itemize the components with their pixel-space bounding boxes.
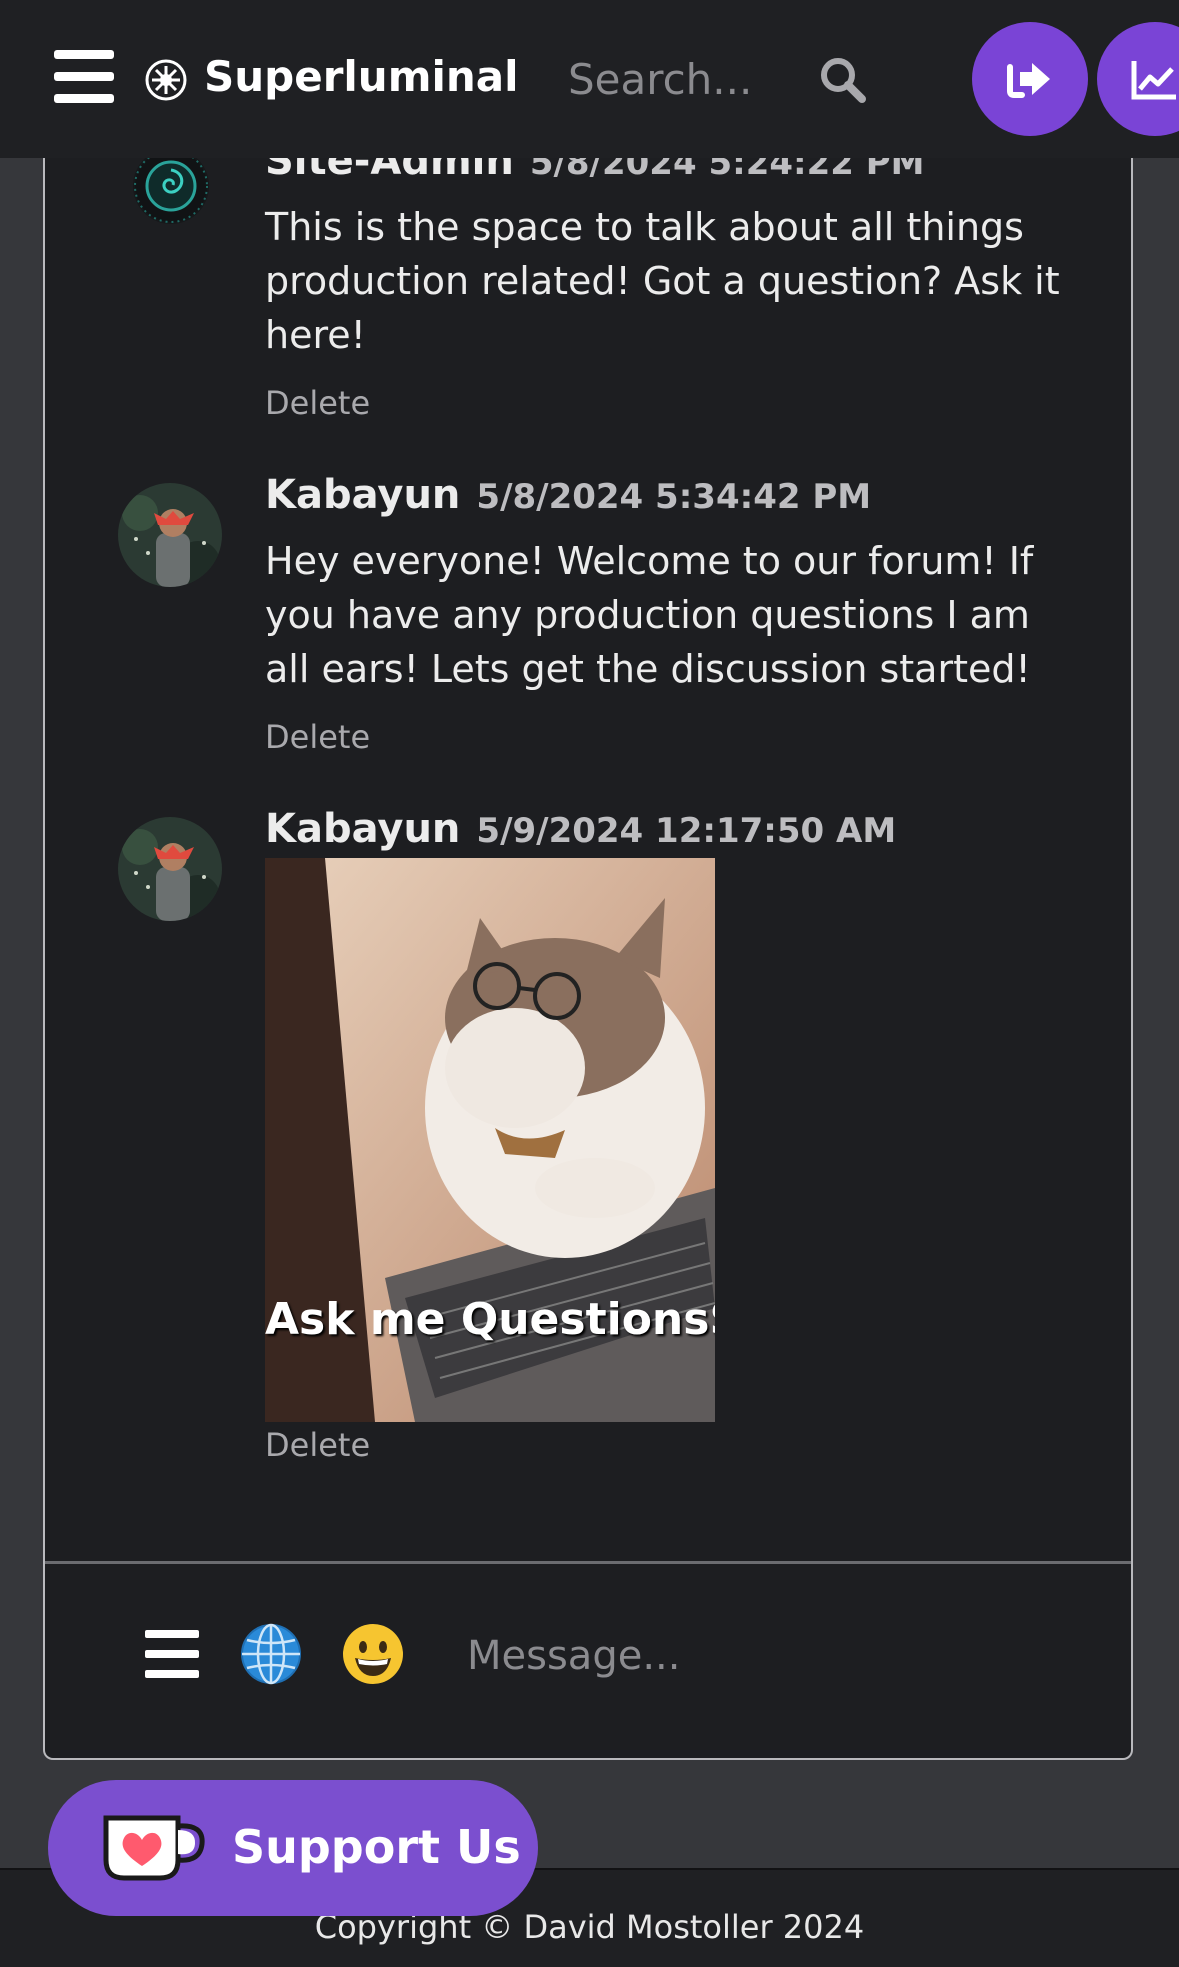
composer-divider: [45, 1561, 1131, 1564]
grinning-face-icon[interactable]: [341, 1622, 405, 1686]
chat-panel: Site-Admin 5/8/2024 5:24:22 PM This is th…: [43, 0, 1133, 1760]
globe-icon[interactable]: [239, 1622, 303, 1686]
message-text: Hey everyone! Welcome to our forum! If y…: [265, 539, 1034, 691]
delete-button[interactable]: Delete: [265, 1426, 370, 1464]
avatar-kabayun[interactable]: [118, 483, 222, 587]
message-timestamp: 5/9/2024 12:17:50 AM: [476, 811, 897, 851]
top-navbar: Superluminal: [0, 0, 1179, 158]
brand-title[interactable]: Superluminal: [204, 52, 519, 101]
author-name: Kabayun: [265, 806, 461, 852]
delete-button[interactable]: Delete: [265, 384, 370, 422]
search-input[interactable]: [560, 48, 828, 110]
magnifier-icon[interactable]: [819, 56, 867, 104]
stats-button[interactable]: [1097, 22, 1179, 136]
starburst-logo-icon: [144, 58, 188, 102]
ko-fi-cup-heart-icon: [100, 1812, 208, 1884]
message-text: This is the space to talk about all thin…: [265, 205, 1060, 357]
delete-button[interactable]: Delete: [265, 718, 370, 756]
avatar-kabayun[interactable]: [118, 817, 222, 921]
message-input[interactable]: [465, 1620, 1089, 1692]
composer-menu-icon[interactable]: [145, 1630, 199, 1678]
gif-caption: Ask me QuestionsS!!: [265, 1294, 715, 1345]
sign-out-icon: [1007, 63, 1050, 98]
hamburger-menu-icon[interactable]: [54, 50, 114, 104]
cat-gif-image[interactable]: Ask me QuestionsS!!: [265, 858, 715, 1422]
sign-out-button[interactable]: [972, 22, 1088, 136]
line-chart-icon: [1131, 61, 1176, 100]
support-us-label: Support Us: [232, 1820, 521, 1874]
search-box: [560, 48, 860, 110]
avatar-site-admin[interactable]: [133, 148, 209, 224]
author-name: Kabayun: [265, 472, 461, 518]
message-timestamp: 5/8/2024 5:34:42 PM: [476, 477, 872, 517]
support-us-button[interactable]: Support Us: [48, 1780, 538, 1916]
